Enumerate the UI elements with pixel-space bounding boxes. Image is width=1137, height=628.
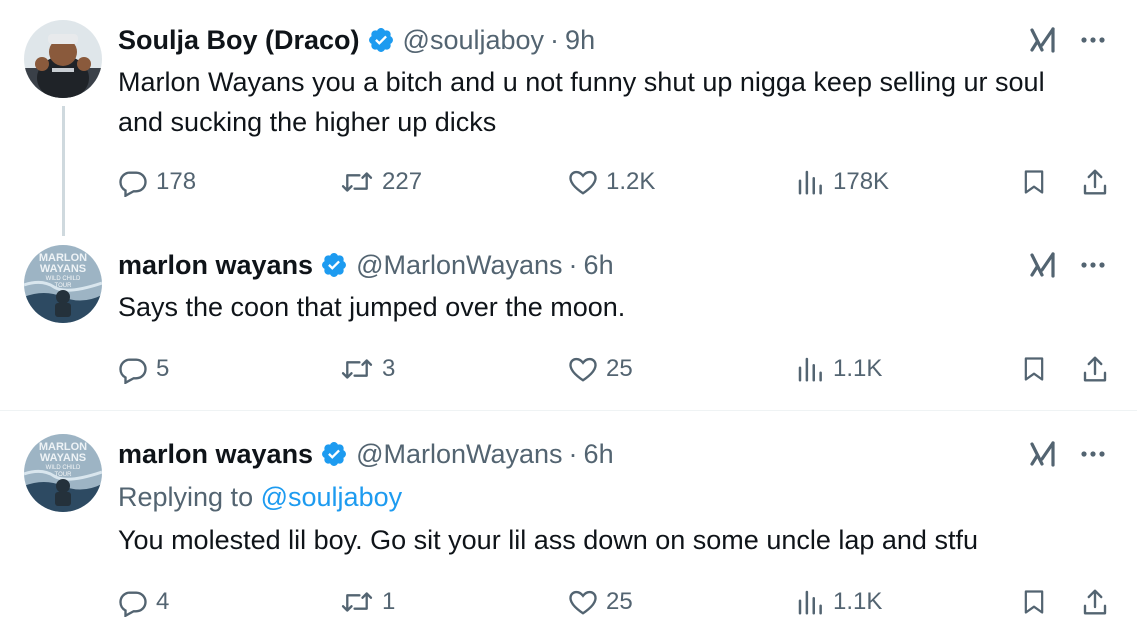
views-count: 1.1K — [833, 355, 883, 382]
reply-icon — [119, 358, 147, 384]
tweet-text: You molested lil boy. Go sit your lil as… — [118, 525, 978, 555]
grok-icon[interactable] — [1027, 24, 1059, 56]
reply-count: 4 — [156, 588, 170, 615]
reply-count: 5 — [156, 355, 170, 382]
tweet-header: marlon wayans @MarlonWayans · 6h — [118, 434, 614, 474]
repost-button[interactable]: 3 — [340, 349, 395, 389]
tweet-header: marlon wayans @MarlonWayans · 6h — [118, 245, 614, 285]
share-icon — [1083, 169, 1107, 195]
replying-to: Replying to @souljaboy — [118, 477, 402, 517]
separator: · — [550, 24, 560, 55]
like-button[interactable]: 25 — [568, 582, 633, 622]
separator: · — [568, 438, 578, 469]
verified-badge-icon — [320, 440, 348, 468]
views-icon — [798, 170, 822, 195]
like-count: 25 — [606, 355, 633, 382]
tweet-header: Soulja Boy (Draco) @souljaboy · 9h — [118, 20, 595, 60]
author-name[interactable]: marlon wayans — [118, 250, 313, 281]
reply-icon — [119, 591, 147, 617]
grok-icon[interactable] — [1027, 249, 1059, 281]
repost-icon — [341, 592, 373, 612]
author-name[interactable]: Soulja Boy (Draco) — [118, 25, 360, 56]
repost-count: 3 — [382, 355, 396, 382]
repost-icon — [341, 359, 373, 379]
replying-to-mention[interactable]: @souljaboy — [261, 482, 403, 512]
bookmark-icon — [1024, 590, 1044, 614]
author-name[interactable]: marlon wayans — [118, 439, 313, 470]
bookmark-icon — [1024, 357, 1044, 381]
avatar-text: TOUR — [55, 472, 73, 478]
replying-to-label: Replying to — [118, 482, 254, 512]
more-icon[interactable] — [1077, 438, 1109, 470]
avatar-text: WAYANS — [40, 452, 86, 464]
share-button[interactable] — [1080, 349, 1118, 389]
bookmark-button[interactable] — [1020, 349, 1056, 389]
tweet-actions: 4 1 25 1.1K — [0, 582, 1137, 622]
repost-count: 227 — [382, 168, 423, 195]
views-icon — [798, 357, 822, 382]
divider — [0, 410, 1137, 411]
tweet-actions: 178 227 1.2K 178K — [0, 162, 1137, 202]
tweet-text: Marlon Wayans you a bitch and u not funn… — [118, 67, 1045, 137]
like-icon — [569, 170, 597, 195]
reply-button[interactable]: 5 — [118, 349, 169, 389]
like-icon — [569, 590, 597, 615]
avatar-text: WILD CHILD — [46, 276, 81, 282]
timestamp[interactable]: 9h — [565, 25, 595, 56]
reply-button[interactable]: 4 — [118, 582, 169, 622]
avatar-text: WAYANS — [40, 263, 86, 275]
reply-count: 178 — [156, 168, 197, 195]
more-icon[interactable] — [1077, 249, 1109, 281]
tweet[interactable]: MARLON WAYANS WILD CHILD TOUR marlon way… — [0, 245, 1137, 405]
like-icon — [569, 357, 597, 382]
share-button[interactable] — [1080, 582, 1118, 622]
views-button[interactable]: 1.1K — [795, 582, 882, 622]
like-count: 25 — [606, 588, 633, 615]
avatar[interactable] — [24, 20, 102, 98]
share-icon — [1083, 356, 1107, 382]
reply-icon — [119, 171, 147, 197]
grok-icon[interactable] — [1027, 438, 1059, 470]
views-count: 178K — [833, 168, 890, 195]
more-icon[interactable] — [1077, 24, 1109, 56]
tweet[interactable]: MARLON WAYANS WILD CHILD TOUR marlon way… — [0, 434, 1137, 628]
avatar[interactable]: MARLON WAYANS WILD CHILD TOUR — [24, 434, 102, 512]
verified-badge-icon — [320, 251, 348, 279]
repost-icon — [341, 172, 373, 192]
share-icon — [1083, 589, 1107, 615]
bookmark-button[interactable] — [1020, 162, 1056, 202]
views-button[interactable]: 1.1K — [795, 349, 882, 389]
bookmark-button[interactable] — [1020, 582, 1056, 622]
like-button[interactable]: 1.2K — [568, 162, 655, 202]
author-handle[interactable]: @MarlonWayans — [356, 250, 562, 281]
tweet-text: Says the coon that jumped over the moon. — [118, 292, 626, 322]
views-icon — [798, 590, 822, 615]
repost-button[interactable]: 227 — [340, 162, 422, 202]
timestamp[interactable]: 6h — [584, 439, 614, 470]
tweet[interactable]: Soulja Boy (Draco) @souljaboy · 9h Marlo… — [0, 20, 1137, 236]
share-button[interactable] — [1080, 162, 1118, 202]
separator: · — [568, 249, 578, 280]
tweet-actions: 5 3 25 1.1K — [0, 349, 1137, 389]
like-count: 1.2K — [606, 168, 656, 195]
avatar-text: WILD CHILD — [46, 465, 81, 471]
author-handle[interactable]: @MarlonWayans — [356, 439, 562, 470]
like-button[interactable]: 25 — [568, 349, 633, 389]
repost-count: 1 — [382, 588, 396, 615]
avatar-text: TOUR — [55, 283, 73, 289]
avatar[interactable]: MARLON WAYANS WILD CHILD TOUR — [24, 245, 102, 323]
timestamp[interactable]: 6h — [584, 250, 614, 281]
bookmark-icon — [1024, 170, 1044, 194]
author-handle[interactable]: @souljaboy — [403, 25, 545, 56]
repost-button[interactable]: 1 — [340, 582, 395, 622]
views-button[interactable]: 178K — [795, 162, 889, 202]
reply-button[interactable]: 178 — [118, 162, 196, 202]
views-count: 1.1K — [833, 588, 883, 615]
verified-badge-icon — [367, 26, 395, 54]
